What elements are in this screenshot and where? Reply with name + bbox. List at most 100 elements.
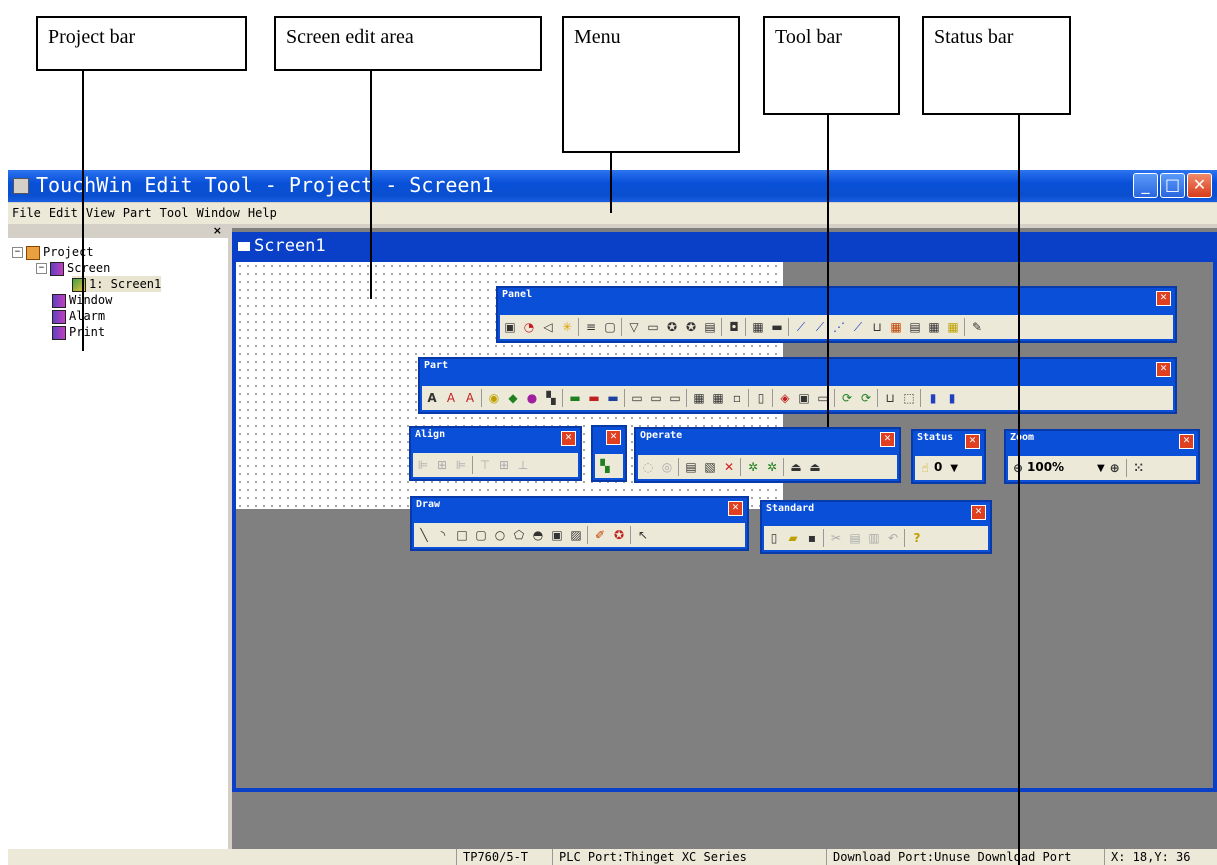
menu-tool[interactable]: Tool [156, 203, 193, 220]
status-value-select[interactable]: 0 [934, 460, 942, 474]
histogram2-icon[interactable]: ▮ [944, 390, 960, 406]
button-icon[interactable]: ▽ [626, 319, 642, 335]
status-toolbar-close-icon[interactable]: ✕ [965, 434, 980, 449]
new-icon[interactable]: ▯ [766, 530, 782, 546]
collapse-icon[interactable]: − [36, 263, 47, 274]
gear-icon[interactable]: ✪ [664, 319, 680, 335]
clock-icon[interactable]: ◔ [521, 319, 537, 335]
lamp-icon[interactable]: ▣ [502, 319, 518, 335]
bar-icon[interactable]: ⊔ [869, 319, 885, 335]
fan-icon[interactable]: ◓ [530, 527, 546, 543]
number-icon[interactable]: ▭ [629, 390, 645, 406]
save-icon[interactable]: ▪ [804, 530, 820, 546]
close-button[interactable]: ✕ [1187, 173, 1212, 198]
menu-file[interactable]: File [8, 203, 45, 220]
tree-item-screen[interactable]: − Screen [36, 260, 110, 276]
minmax-icon[interactable]: ▬ [769, 319, 785, 335]
zoom-toolbar-close-icon[interactable]: ✕ [1179, 434, 1194, 449]
rounded-rect-icon[interactable]: ▢ [473, 527, 489, 543]
layer-icon[interactable]: ▚ [597, 458, 613, 474]
panel-toolbar-close-icon[interactable]: ✕ [1156, 291, 1171, 306]
dotted-rect-icon[interactable]: ⬚ [901, 390, 917, 406]
maximize-button[interactable]: □ [1160, 173, 1185, 198]
part-toolbar-close-icon[interactable]: ✕ [1156, 362, 1171, 377]
zoom-in-icon[interactable]: ⊕ [1107, 460, 1123, 476]
arc-icon[interactable]: ◝ [435, 527, 451, 543]
ascii-icon[interactable]: ▭ [648, 390, 664, 406]
list-icon[interactable]: ▤ [907, 319, 923, 335]
status-dropdown-icon[interactable]: ▼ [950, 463, 958, 474]
multi-text-icon[interactable]: A [443, 390, 459, 406]
operate-toolbar-close-icon[interactable]: ✕ [880, 432, 895, 447]
align-middle-icon[interactable]: ⊞ [496, 457, 512, 473]
group-icon[interactable]: ◌ [640, 459, 656, 475]
switch-icon[interactable]: ▚ [543, 390, 559, 406]
project-panel-close-icon[interactable]: × [213, 224, 222, 237]
download-icon[interactable]: ⏏ [807, 459, 823, 475]
menu-edit[interactable]: Edit [45, 203, 82, 220]
collapse-icon[interactable]: − [12, 247, 23, 258]
keypad-icon[interactable]: ▦ [691, 390, 707, 406]
align-left-icon[interactable]: ⊫ [415, 457, 431, 473]
tree-item-screen1[interactable]: 1: Screen1 [72, 276, 162, 292]
align-bottom-icon[interactable]: ⊥ [515, 457, 531, 473]
copy-icon[interactable]: ▤ [847, 530, 863, 546]
gear2-icon[interactable]: ✪ [683, 319, 699, 335]
align-center-icon[interactable]: ⊞ [434, 457, 450, 473]
ellipse-icon[interactable]: ○ [492, 527, 508, 543]
grid-icon[interactable]: ▦ [926, 319, 942, 335]
refresh-icon[interactable]: ⟳ [839, 390, 855, 406]
minimize-button[interactable]: _ [1133, 173, 1158, 198]
align-toolbar-close-icon[interactable]: ✕ [561, 431, 576, 446]
align-top-icon[interactable]: ⊤ [477, 457, 493, 473]
help-icon[interactable]: ? [909, 530, 925, 546]
polygon-icon[interactable]: ⬠ [511, 527, 527, 543]
upload-icon[interactable]: ⏏ [788, 459, 804, 475]
paste-icon[interactable]: ▥ [866, 530, 882, 546]
rectangle-icon[interactable]: □ [454, 527, 470, 543]
cut-icon[interactable]: ✂ [828, 530, 844, 546]
histogram-icon[interactable]: ▮ [925, 390, 941, 406]
properties-icon[interactable]: ▧ [702, 459, 718, 475]
zoom-dropdown-icon[interactable]: ▼ [1097, 463, 1105, 474]
grid-dots-icon[interactable]: ⁙ [1131, 460, 1147, 476]
title-bar[interactable]: TouchWin Edit Tool - Project - Screen1 _… [8, 170, 1217, 202]
menu-part[interactable]: Part [119, 203, 156, 220]
tree-item-print[interactable]: Print [52, 324, 105, 340]
undo-icon[interactable]: ↶ [885, 530, 901, 546]
open-icon[interactable]: ▰ [785, 530, 801, 546]
xy-chart-icon[interactable]: ⟋ [812, 319, 828, 335]
text-icon[interactable]: A [424, 390, 440, 406]
tree-item-alarm[interactable]: Alarm [52, 308, 105, 324]
picture-icon[interactable]: ▨ [568, 527, 584, 543]
one-icon[interactable]: ▫ [729, 390, 745, 406]
scatter-icon[interactable]: ⋰ [831, 319, 847, 335]
lamp-part-icon[interactable]: ◉ [486, 390, 502, 406]
trend-icon[interactable]: ⟋ [793, 319, 809, 335]
numeric-input-icon[interactable]: ▭ [667, 390, 683, 406]
menu-window[interactable]: Window [193, 203, 244, 220]
app-icon[interactable] [13, 178, 29, 194]
data-display-icon[interactable]: ▬ [567, 390, 583, 406]
pointer-icon[interactable]: ↖ [635, 527, 651, 543]
line-icon[interactable]: ╲ [416, 527, 432, 543]
window-button-icon[interactable]: ▣ [796, 390, 812, 406]
copy-screen-icon[interactable]: ▤ [683, 459, 699, 475]
multi-text2-icon[interactable]: A [462, 390, 478, 406]
image-icon[interactable]: ▢ [602, 319, 618, 335]
shield-icon[interactable]: ◘ [726, 319, 742, 335]
speaker-icon[interactable]: ◁ [540, 319, 556, 335]
frame-rect-icon[interactable]: ▣ [549, 527, 565, 543]
button-part-icon[interactable]: ◆ [505, 390, 521, 406]
line-part-icon[interactable]: ⊔ [882, 390, 898, 406]
monitor-icon[interactable]: ▤ [702, 319, 718, 335]
indicator-icon[interactable]: ● [524, 390, 540, 406]
char-display-icon[interactable]: ▬ [605, 390, 621, 406]
data-input-icon[interactable]: ▬ [586, 390, 602, 406]
menu-help[interactable]: Help [244, 203, 281, 220]
ungroup-icon[interactable]: ◎ [659, 459, 675, 475]
zoom-level-select[interactable]: 100% [1027, 460, 1093, 474]
light-icon[interactable]: ✳ [559, 319, 575, 335]
input-icon[interactable]: ▭ [645, 319, 661, 335]
bar-part-icon[interactable]: ▯ [753, 390, 769, 406]
